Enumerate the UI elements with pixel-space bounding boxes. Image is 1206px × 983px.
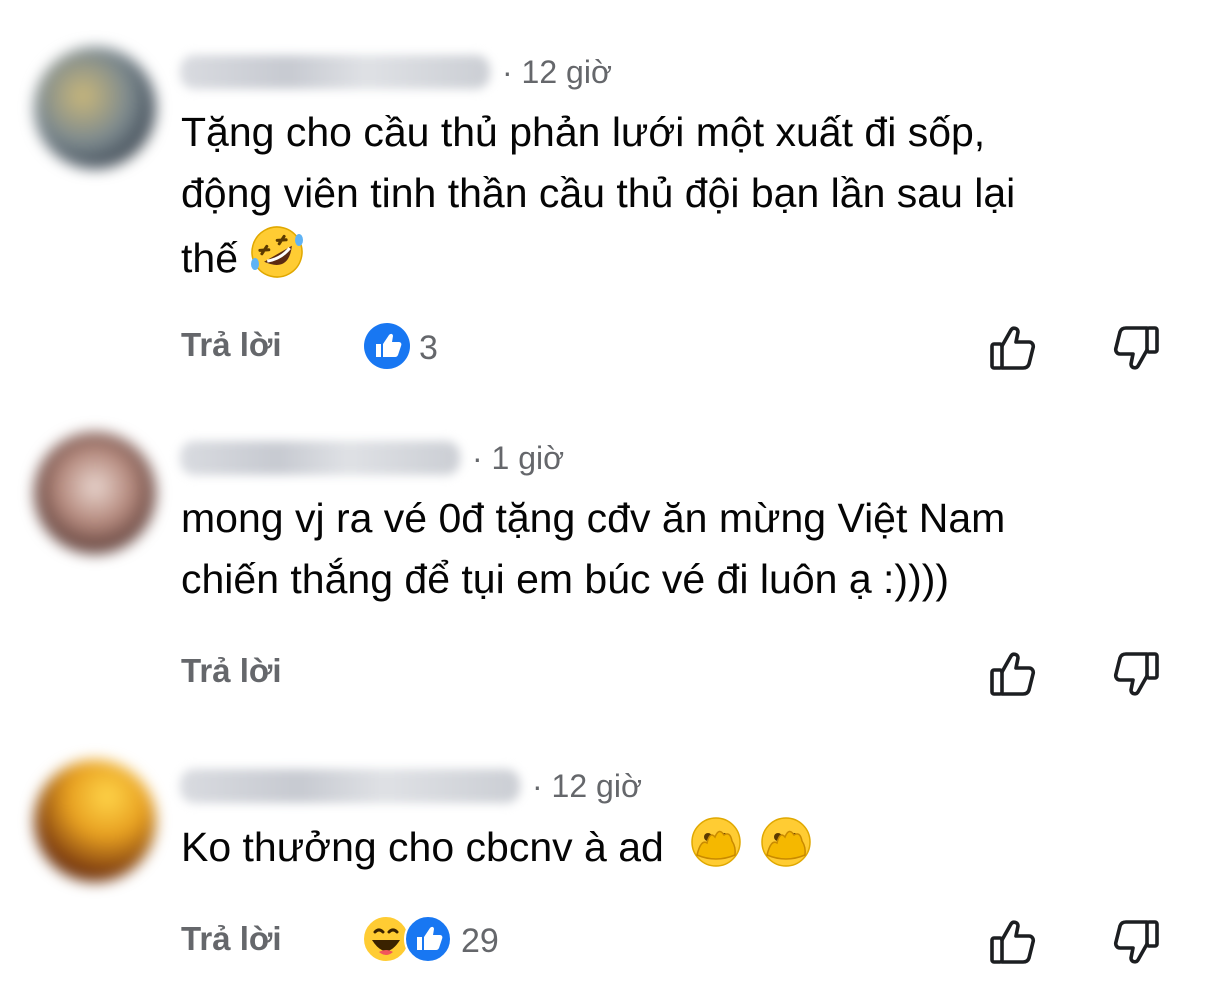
- comment-text: Tặng cho cầu thủ phản lưới một xuất đi s…: [181, 102, 1141, 297]
- comment-time: · 1 giờ: [472, 439, 565, 476]
- comment-text: Ko thưởng cho cbcnv à ad: [181, 815, 1141, 886]
- upvote-icon[interactable]: [988, 916, 1040, 968]
- avatar[interactable]: [34, 47, 156, 169]
- author-name-blurred[interactable]: [180, 769, 520, 803]
- reaction-summary[interactable]: 29: [361, 914, 499, 969]
- comment-time: · 12 giờ: [502, 53, 612, 90]
- author-name-blurred[interactable]: [180, 441, 460, 475]
- comment-meta: · 12 giờ: [180, 766, 642, 806]
- hand-over-mouth-emoji: [689, 815, 743, 886]
- avatar[interactable]: [34, 760, 156, 882]
- comment-meta: · 12 giờ: [180, 52, 612, 92]
- comment-text: mong vj ra vé 0đ tặng cđv ăn mừng Việt N…: [181, 488, 1141, 610]
- reply-button[interactable]: Trả lời: [181, 326, 282, 364]
- like-reaction-icon: [403, 914, 453, 969]
- downvote-icon[interactable]: [1109, 322, 1161, 374]
- reply-button[interactable]: Trả lời: [181, 920, 282, 958]
- comment-line: Tặng cho cầu thủ phản lưới một xuất đi s…: [181, 109, 986, 155]
- rolling-on-floor-laughing-emoji: [249, 224, 305, 297]
- comment-actions: Trả lời 29: [181, 912, 1206, 968]
- comment-time: · 12 giờ: [532, 767, 642, 804]
- comment-meta: · 1 giờ: [180, 438, 564, 478]
- comment-line: Ko thưởng cho cbcnv à ad: [181, 815, 1141, 886]
- comment-actions: Trả lời: [181, 644, 1206, 700]
- reaction-summary[interactable]: 3: [363, 322, 438, 375]
- comment-line: động viên tinh thần cầu thủ đội bạn lần …: [181, 170, 1016, 216]
- downvote-icon[interactable]: [1109, 916, 1161, 968]
- reply-button[interactable]: Trả lời: [181, 652, 282, 690]
- reaction-count: 3: [419, 329, 438, 367]
- author-name-blurred[interactable]: [180, 55, 490, 89]
- like-reaction-icon: [363, 322, 411, 375]
- comment-actions: Trả lời 3: [181, 318, 1206, 374]
- hand-over-mouth-emoji: [759, 815, 813, 886]
- upvote-icon[interactable]: [988, 648, 1040, 700]
- comment-line: mong vj ra vé 0đ tặng cđv ăn mừng Việt N…: [181, 495, 1006, 541]
- reaction-count: 29: [461, 922, 499, 960]
- comment-line: chiến thắng để tụi em búc vé đi luôn ạ :…: [181, 556, 950, 602]
- downvote-icon[interactable]: [1109, 648, 1161, 700]
- upvote-icon[interactable]: [988, 322, 1040, 374]
- comment-line: thế: [181, 224, 1141, 297]
- avatar[interactable]: [34, 432, 156, 554]
